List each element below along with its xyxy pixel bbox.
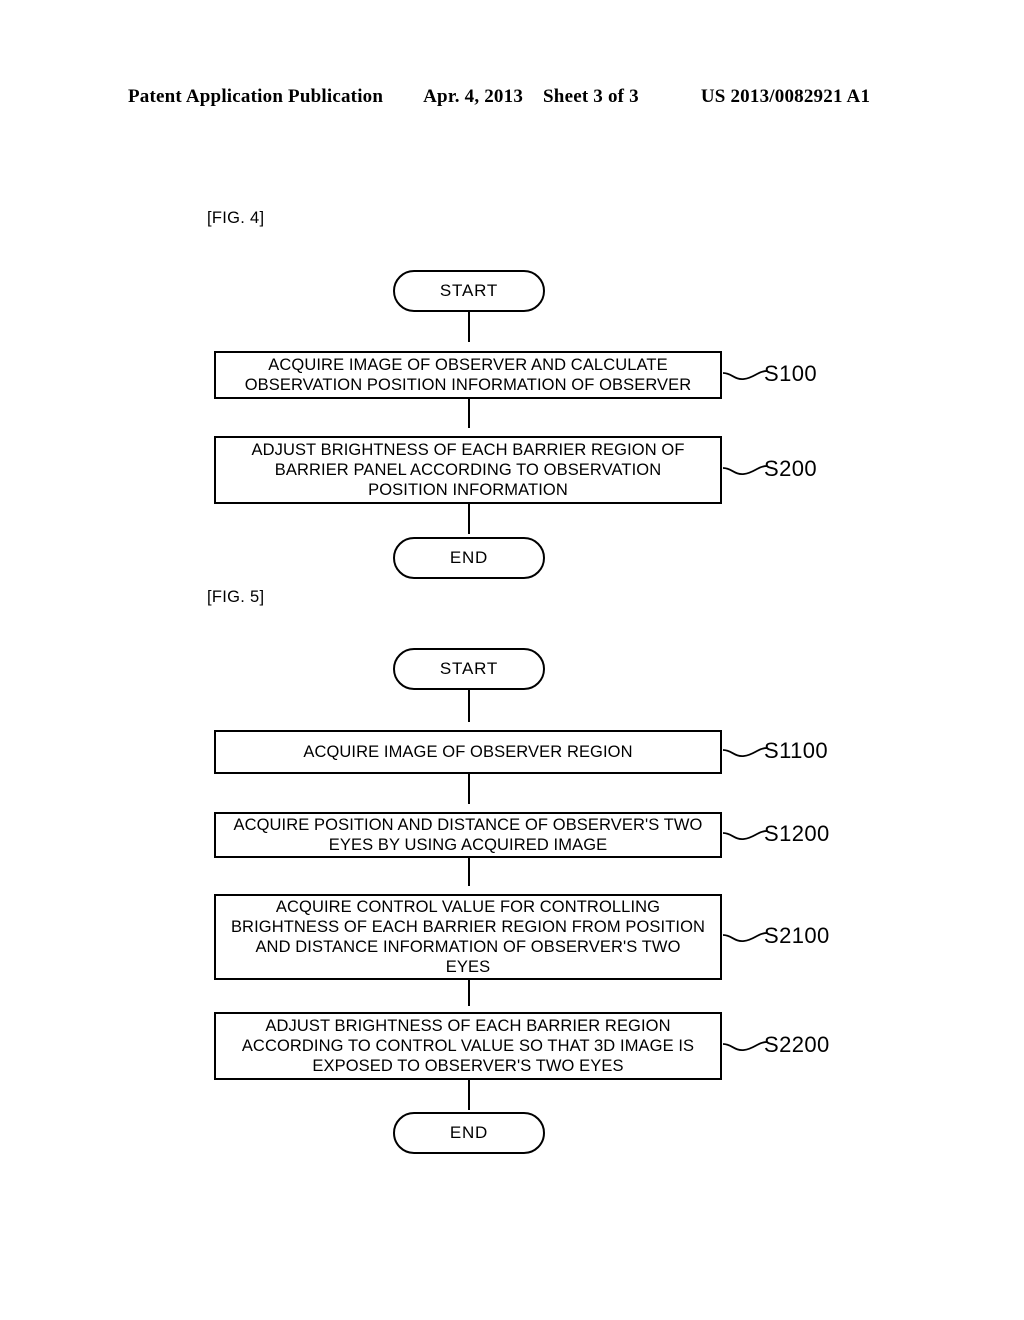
- fig5-process-s1200-text: ACQUIRE POSITION AND DISTANCE OF OBSERVE…: [233, 816, 703, 854]
- fig4-process-s200: ADJUST BRIGHTNESS OF EACH BARRIER REGION…: [214, 436, 722, 504]
- fig5-end-terminator: END: [393, 1112, 545, 1154]
- fig5-process-s1100: ACQUIRE IMAGE OF OBSERVER REGION: [214, 730, 722, 774]
- fig5-leader-s2200: [722, 1035, 768, 1057]
- fig5-process-s1200: ACQUIRE POSITION AND DISTANCE OF OBSERVE…: [214, 812, 722, 858]
- fig5-process-s2100: ACQUIRE CONTROL VALUE FOR CONTROLLING BR…: [214, 894, 722, 980]
- fig5-connector-s2100-to-s2200: [462, 980, 476, 1016]
- fig5-process-s2100-text: ACQUIRE CONTROL VALUE FOR CONTROLLING BR…: [230, 898, 706, 976]
- fig4-process-s100: ACQUIRE IMAGE OF OBSERVER AND CALCULATE …: [214, 351, 722, 399]
- fig4-connector-s100-to-s200: [462, 399, 476, 439]
- fig5-connector-s1100-to-s1200: [462, 774, 476, 814]
- fig5-connector-s1200-to-s2100: [462, 858, 476, 896]
- fig5-leader-s1100: [722, 741, 768, 763]
- header-date: Apr. 4, 2013: [423, 86, 524, 107]
- fig5-process-s2200-text: ADJUST BRIGHTNESS OF EACH BARRIER REGION…: [241, 1017, 695, 1075]
- fig4-step-number-s100: S100: [764, 361, 817, 386]
- fig4-process-s200-text: ADJUST BRIGHTNESS OF EACH BARRIER REGION…: [251, 441, 685, 499]
- fig5-start-terminator: START: [393, 648, 545, 690]
- figure-5-label: [FIG. 5]: [207, 588, 265, 606]
- fig5-process-s1100-text: ACQUIRE IMAGE OF OBSERVER REGION: [303, 743, 633, 761]
- header-patent-number: US 2013/0082921 A1: [700, 86, 871, 107]
- fig4-step-number-s200: S200: [764, 456, 817, 481]
- fig5-connector-start-to-s1100: [462, 690, 476, 732]
- fig5-step-number-s2200: S2200: [764, 1032, 830, 1057]
- fig4-leader-s100: [722, 364, 768, 386]
- header-publication-title: Patent Application Publication: [128, 86, 384, 107]
- fig5-leader-s1200: [722, 824, 768, 846]
- fig4-connector-start-to-s100: [462, 312, 476, 352]
- fig4-start-terminator: START: [393, 270, 545, 312]
- fig5-step-number-s1100: S1100: [764, 738, 828, 763]
- page-header: Patent Application Publication Apr. 4, 2…: [128, 86, 896, 112]
- fig5-step-number-s1200: S1200: [764, 821, 830, 846]
- figure-4-label: [FIG. 4]: [207, 209, 265, 227]
- fig4-leader-s200: [722, 459, 768, 481]
- fig5-step-number-s2100: S2100: [764, 923, 830, 948]
- fig5-leader-s2100: [722, 926, 768, 948]
- fig4-process-s100-text: ACQUIRE IMAGE OF OBSERVER AND CALCULATE …: [244, 356, 692, 394]
- fig4-end-terminator: END: [393, 537, 545, 579]
- fig5-process-s2200: ADJUST BRIGHTNESS OF EACH BARRIER REGION…: [214, 1012, 722, 1080]
- header-sheet-number: Sheet 3 of 3: [543, 86, 639, 107]
